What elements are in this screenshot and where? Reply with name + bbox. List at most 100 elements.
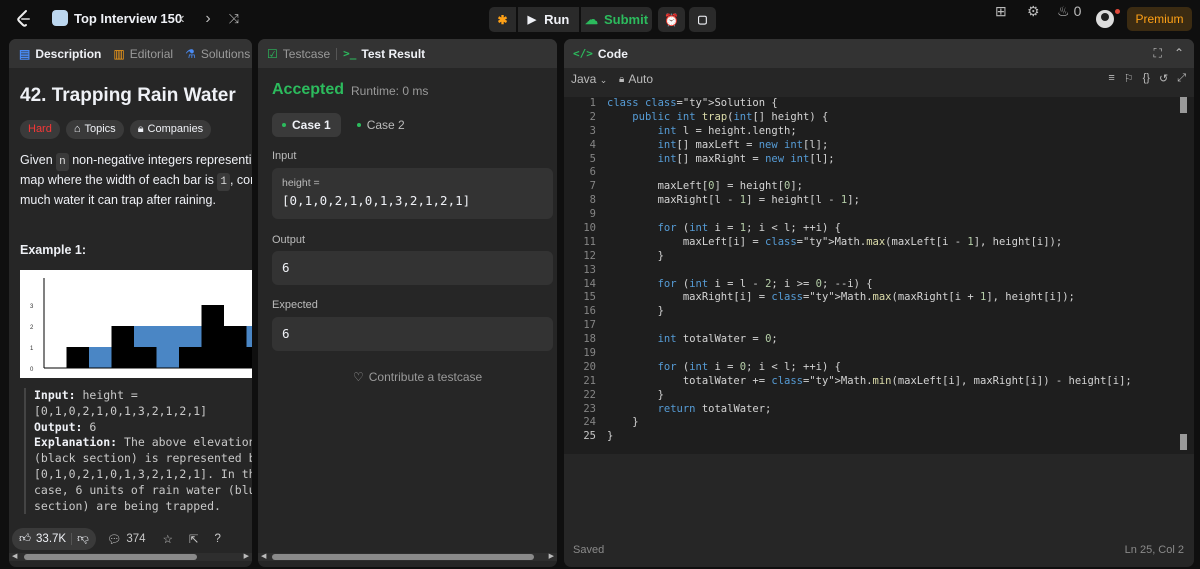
tab-test-result[interactable]: >_ Test Result	[339, 47, 429, 61]
run-submit-group: ✱ ▶ Run ☁ Submit ⏰ ▢	[489, 7, 716, 32]
user-avatar[interactable]	[1096, 10, 1114, 28]
auto-mode-toggle[interactable]: 🔒︎ Auto	[619, 72, 653, 86]
thumbs-up-icon[interactable]: 👍︎	[19, 532, 31, 546]
comments-button[interactable]: 💬︎ 374	[100, 532, 153, 546]
top-bar: Top Interview 150 ‹ › ⤨ ✱ ▶ Run ☁ Submit…	[0, 0, 1200, 38]
timer-button[interactable]: ⏰	[658, 7, 685, 32]
submit-button[interactable]: ☁ Submit	[581, 7, 652, 32]
scroll-thumb[interactable]	[24, 554, 197, 560]
line-number: 16	[583, 305, 596, 318]
tab-solutions[interactable]: ⚗ Solutions	[181, 47, 252, 61]
fullscreen-icon[interactable]: ⛶	[1154, 46, 1162, 61]
lock-icon: 🔒︎	[619, 73, 625, 85]
topics-chip[interactable]: ⌂ Topics	[65, 120, 124, 139]
like-dislike-pill: 👍︎ 33.7K 👎︎	[12, 528, 96, 550]
tab-label: Code	[597, 46, 628, 61]
favorite-star-icon[interactable]: ☆	[157, 532, 179, 546]
problem-chips: Hard ⌂ Topics 🔒︎ Companies	[20, 120, 212, 139]
scroll-thumb[interactable]	[272, 554, 534, 560]
topics-label: Topics	[84, 123, 116, 135]
share-icon[interactable]: ⇱	[183, 532, 205, 546]
description-scrollbar[interactable]: ◀ ▶	[9, 553, 252, 561]
tag-icon: ⌂	[73, 123, 81, 135]
line-number: 1	[589, 97, 596, 109]
problem-list-button[interactable]: Top Interview 150	[52, 10, 182, 26]
tab-description[interactable]: ▤ Description	[15, 47, 105, 61]
prev-problem-icon[interactable]: ‹	[172, 9, 192, 29]
description-footer: 👍︎ 33.7K 👎︎ 💬︎ 374 ☆ ⇱ ?	[12, 528, 248, 550]
line-number: 4	[589, 138, 596, 151]
line-number: 23	[583, 402, 596, 415]
companies-label: Companies	[147, 123, 204, 135]
tab-editorial[interactable]: ▥ Editorial	[109, 47, 177, 61]
companies-chip[interactable]: 🔒︎ Companies	[129, 120, 212, 139]
premium-button[interactable]: Premium	[1127, 7, 1192, 31]
editor-scroll-marker[interactable]	[1180, 434, 1187, 450]
problem-list-title: Top Interview 150	[74, 10, 183, 26]
code-line: int l = height.length;	[657, 124, 797, 137]
test-result-panel: ☑ Testcase >_ Test Result Accepted Runti…	[258, 39, 557, 567]
code-line: }	[607, 430, 614, 443]
code-line: totalWater += class="ty">Math.min(maxLef…	[607, 374, 1132, 387]
line-number: 19	[583, 347, 596, 360]
bookmark-icon[interactable]: ⚐	[1124, 72, 1134, 85]
expected-heading: Expected	[272, 299, 318, 311]
expand-icon[interactable]: ⤢	[1177, 72, 1186, 85]
water-bar	[156, 326, 179, 368]
scroll-right-icon[interactable]: ▶	[244, 553, 249, 561]
contribute-testcase-button[interactable]: ♡ Contribute a testcase	[353, 370, 482, 384]
description-panel: ▤ Description ▥ Editorial ⚗ Solutions 42…	[9, 39, 252, 567]
case-2-tab[interactable]: Case 2	[347, 113, 415, 137]
notes-button[interactable]: ▢	[689, 7, 716, 32]
output-heading: Output	[272, 234, 306, 246]
code-editor[interactable]: 1 2 3 4 5 6 7 8 9 10 11 12 13 14 15 16 17 18 19 20 21 22 23 24 2…	[564, 97, 1194, 454]
tab-testcase[interactable]: ☑ Testcase	[263, 47, 334, 61]
editor-scroll-thumb[interactable]	[1180, 97, 1187, 113]
leetcode-logo-icon[interactable]	[14, 9, 34, 29]
heart-icon: ♡	[353, 370, 364, 384]
format-lines-icon[interactable]: ≡	[1108, 72, 1114, 85]
help-icon[interactable]: ?	[209, 533, 227, 545]
line-number: 8	[589, 194, 596, 207]
case-1-tab[interactable]: Case 1	[272, 113, 341, 137]
run-button[interactable]: ▶ Run	[518, 7, 579, 32]
language-select[interactable]: Java ⌄	[571, 72, 607, 86]
inline-code: n	[56, 153, 69, 171]
reset-icon[interactable]: ↺	[1159, 72, 1168, 85]
layout-grid-icon[interactable]: ⊞	[995, 0, 1007, 22]
contribute-label: Contribute a testcase	[368, 370, 483, 384]
test-tabs: ☑ Testcase >_ Test Result	[258, 39, 557, 68]
next-problem-icon[interactable]: ›	[198, 9, 218, 29]
collapse-icon[interactable]: ⌃	[1174, 46, 1184, 61]
shuffle-icon[interactable]: ⤨	[224, 9, 244, 29]
test-scrollbar[interactable]: ◀ ▶	[258, 553, 557, 561]
braces-icon[interactable]: {}	[1143, 72, 1150, 85]
line-number: 10	[583, 222, 596, 235]
output-label: Output:	[34, 419, 83, 434]
elevation-chart: 0 1 2 3	[30, 278, 252, 373]
play-icon: ▶	[527, 14, 537, 26]
case-tabs: Case 1 Case 2	[272, 113, 415, 137]
explanation-line: case, 6 units of rain water (blue	[34, 482, 252, 497]
thumbs-down-icon[interactable]: 👎︎	[77, 532, 89, 546]
divider	[71, 533, 73, 545]
statement-text: non-negative integers representing an	[72, 153, 252, 167]
debug-button[interactable]: ✱	[489, 7, 516, 32]
scroll-right-icon[interactable]: ▶	[549, 553, 554, 561]
tab-label: Test Result	[361, 46, 426, 61]
settings-gear-icon[interactable]: ⚙	[1027, 0, 1040, 22]
scroll-left-icon[interactable]: ◀	[12, 553, 17, 561]
code-lines[interactable]: class class="ty">Solution { public int t…	[607, 97, 1132, 444]
tab-code[interactable]: </> Code	[569, 47, 632, 61]
input-box: height = [0,1,0,2,1,0,1,3,2,1,2,1]	[272, 168, 553, 219]
scroll-left-icon[interactable]: ◀	[261, 553, 266, 561]
line-number: 18	[583, 333, 596, 346]
water-bar	[246, 326, 252, 347]
tab-label: Description	[35, 46, 102, 61]
streak-counter[interactable]: ♨ 0	[1057, 0, 1081, 22]
code-line: maxRight[i] = class="ty">Math.max(maxRig…	[607, 291, 1075, 304]
explanation-line: (black section) is represented by	[34, 451, 252, 466]
elevation-bar	[246, 347, 252, 368]
code-panel: </> Code ⛶ ⌃ Java ⌄ 🔒︎ Auto ≡ ⚐ {} ↺ ⤢ 1…	[564, 39, 1194, 567]
